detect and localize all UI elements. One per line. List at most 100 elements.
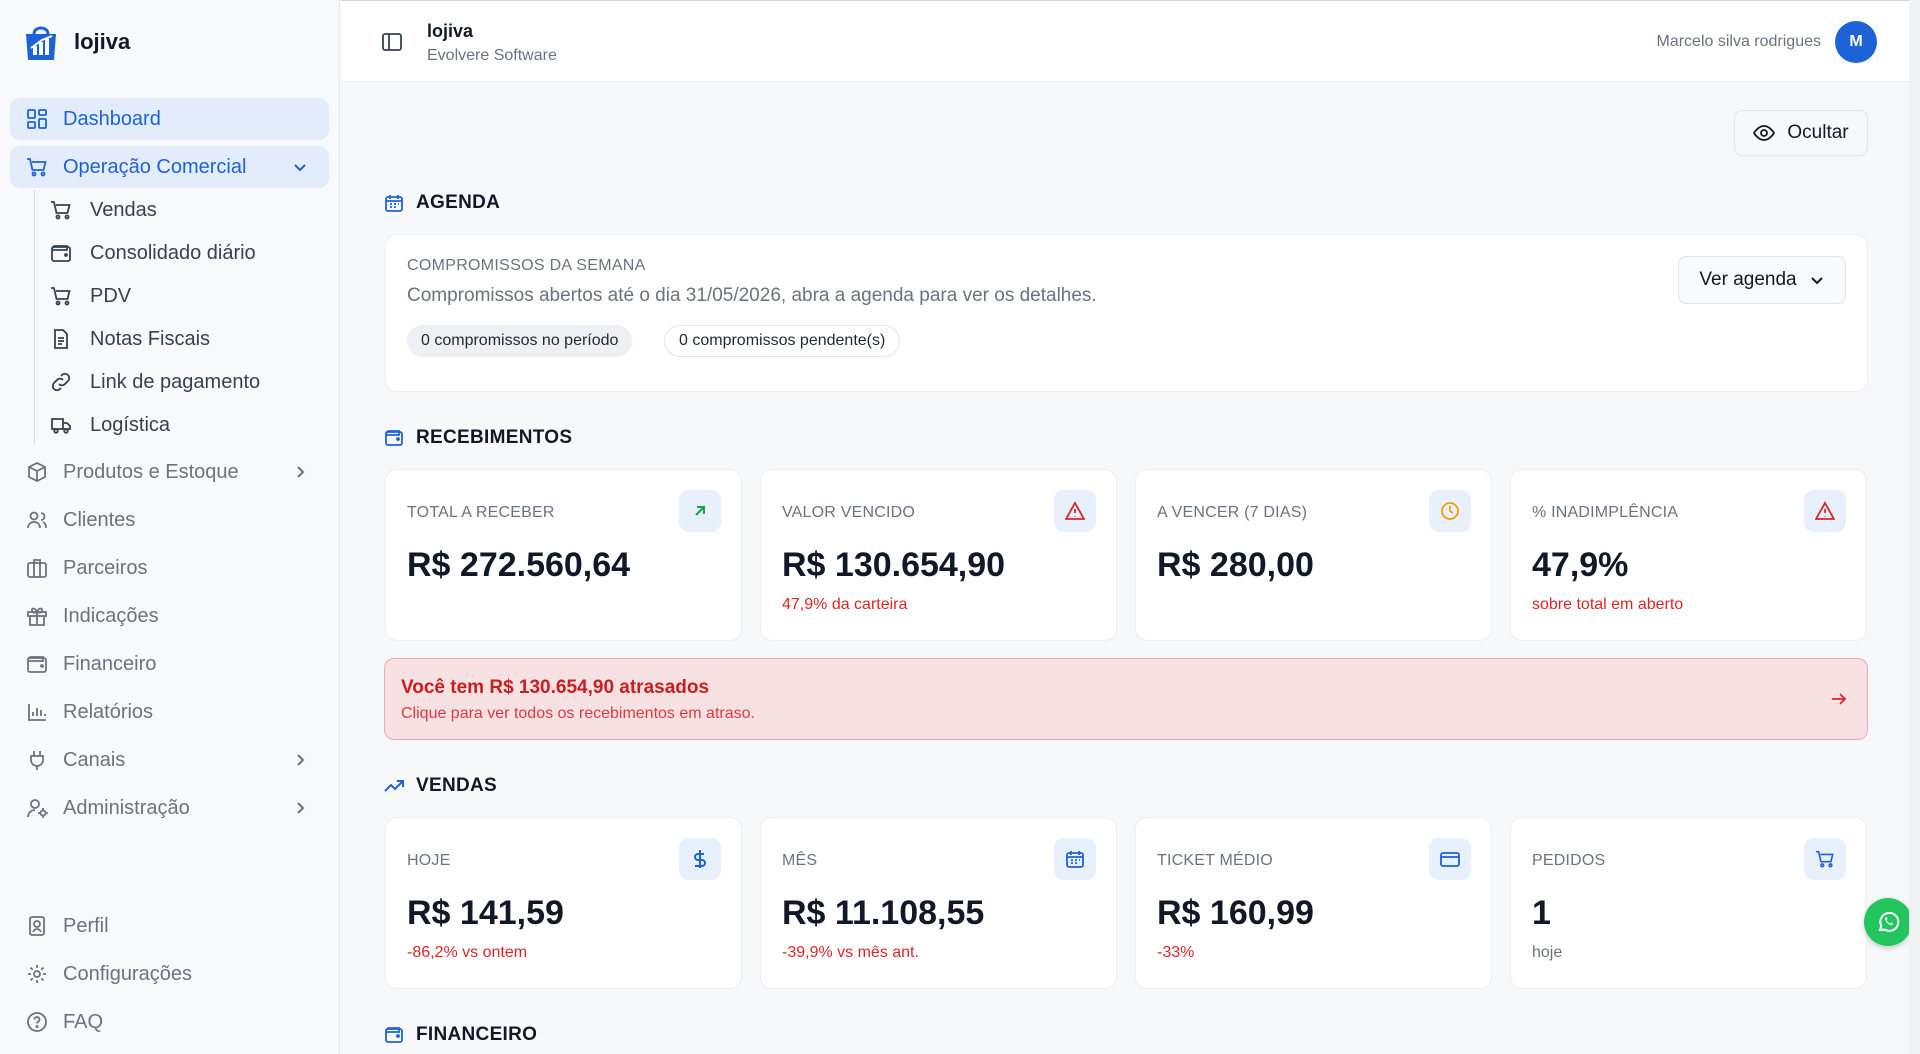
kpi-label: TOTAL A RECEBER: [407, 504, 555, 521]
wallet-icon: [384, 1025, 404, 1045]
app-name: lojiva: [74, 29, 131, 54]
sidebar-toggle-icon[interactable]: [381, 31, 403, 53]
kpi-card-total-a-receber[interactable]: TOTAL A RECEBER R$ 272.560,64: [385, 469, 742, 641]
company-name: Evolvere Software: [427, 47, 557, 64]
sidebar-item-canais[interactable]: Canais: [10, 739, 329, 781]
sidebar-item-label: Canais: [63, 748, 126, 771]
sidebar-subitem-logistica[interactable]: Logística: [50, 407, 170, 443]
cart-icon: [26, 156, 48, 178]
chevron-down-icon: [291, 158, 309, 176]
sidebar-item-relatorios[interactable]: Relatórios: [10, 691, 329, 733]
alert-triangle-icon: [1804, 490, 1846, 532]
user-name[interactable]: Marcelo silva rodrigues: [1656, 33, 1821, 51]
sidebar-item-label: Financeiro: [63, 652, 157, 675]
sidebar-item-financeiro[interactable]: Financeiro: [10, 643, 329, 685]
kpi-card-inadimplencia[interactable]: % INADIMPLÊNCIA 47,9% sobre total em abe…: [1510, 469, 1867, 641]
kpi-card-pedidos[interactable]: PEDIDOS 1 hoje: [1510, 817, 1867, 989]
kpi-card-a-vencer[interactable]: A VENCER (7 DIAS) R$ 280,00: [1135, 469, 1492, 641]
kpi-value: R$ 272.560,64: [407, 546, 631, 584]
profile-icon: [26, 915, 48, 937]
kpi-sub: -39,9% vs mês ant.: [782, 944, 919, 961]
app-logo[interactable]: lojiva: [22, 22, 130, 62]
box-icon: [26, 461, 48, 483]
sidebar-item-operacao-comercial[interactable]: Operação Comercial: [10, 146, 329, 188]
gift-icon: [26, 605, 48, 627]
chevron-down-icon: [1809, 272, 1825, 288]
whatsapp-icon: [1875, 909, 1901, 935]
sidebar-item-label: FAQ: [63, 1010, 104, 1033]
sidebar-subitem-label: PDV: [90, 284, 132, 307]
kpi-value: R$ 280,00: [1157, 546, 1314, 584]
kpi-sub: -86,2% vs ontem: [407, 944, 528, 961]
sidebar-subitem-notas-fiscais[interactable]: Notas Fiscais: [50, 321, 210, 357]
kpi-value: R$ 130.654,90: [782, 546, 1006, 584]
chevron-right-icon: [291, 799, 309, 817]
sidebar-subitem-link-de-pagamento[interactable]: Link de pagamento: [50, 364, 260, 400]
sidebar-subitem-label: Logística: [90, 413, 171, 436]
dashboard-icon: [26, 108, 48, 130]
section-title-text: RECEBIMENTOS: [416, 427, 573, 448]
sidebar-item-label: Administração: [63, 796, 190, 819]
chevron-right-icon: [291, 463, 309, 481]
trending-up-icon: [384, 776, 404, 796]
scrollbar[interactable]: [1909, 0, 1920, 1054]
sidebar-item-faq[interactable]: FAQ: [10, 1001, 329, 1043]
sidebar-item-parceiros[interactable]: Parceiros: [10, 547, 329, 589]
kpi-card-ticket-medio[interactable]: TICKET MÉDIO R$ 160,99 -33%: [1135, 817, 1492, 989]
sidebar-item-label: Operação Comercial: [63, 155, 247, 178]
agenda-card: COMPROMISSOS DA SEMANA Compromissos aber…: [385, 234, 1868, 392]
store-name: lojiva: [427, 21, 474, 41]
link-icon: [50, 371, 72, 393]
sidebar-subitem-vendas[interactable]: Vendas: [50, 192, 157, 228]
hide-values-label: Ocultar: [1787, 122, 1849, 143]
ver-agenda-label: Ver agenda: [1699, 269, 1797, 290]
calendar-icon: [1054, 838, 1096, 880]
kpi-card-valor-vencido[interactable]: VALOR VENCIDO R$ 130.654,90 47,9% da car…: [760, 469, 1117, 641]
avatar[interactable]: M: [1835, 21, 1877, 63]
kpi-label: MÊS: [782, 852, 818, 869]
kpi-label: A VENCER (7 DIAS): [1157, 504, 1308, 521]
sidebar-item-configuracoes[interactable]: Configurações: [10, 953, 329, 995]
whatsapp-button[interactable]: [1864, 898, 1912, 946]
sidebar-item-indicacoes[interactable]: Indicações: [10, 595, 329, 637]
kpi-value: 1: [1532, 894, 1551, 932]
briefcase-icon: [26, 557, 48, 579]
kpi-label: % INADIMPLÊNCIA: [1532, 504, 1679, 521]
dollar-icon: [679, 838, 721, 880]
credit-card-icon: [1429, 838, 1471, 880]
sidebar-item-label: Relatórios: [63, 700, 154, 723]
overdue-alert-banner[interactable]: Você tem R$ 130.654,90 atrasados Clique …: [384, 658, 1868, 740]
help-icon: [26, 1011, 48, 1033]
document-icon: [50, 328, 72, 350]
kpi-sub: sobre total em aberto: [1532, 596, 1684, 613]
kpi-card-hoje[interactable]: HOJE R$ 141,59 -86,2% vs ontem: [385, 817, 742, 989]
sidebar-item-produtos-e-estoque[interactable]: Produtos e Estoque: [10, 451, 329, 493]
sidebar-item-perfil[interactable]: Perfil: [10, 905, 329, 947]
sidebar-subitem-pdv[interactable]: PDV: [50, 278, 131, 314]
section-recebimentos-title: RECEBIMENTOS: [384, 427, 572, 449]
bar-chart-icon: [26, 701, 48, 723]
section-title-text: FINANCEIRO: [416, 1024, 538, 1045]
plug-icon: [26, 749, 48, 771]
hide-values-button[interactable]: Ocultar: [1734, 110, 1868, 156]
sidebar-item-label: Clientes: [63, 508, 136, 531]
kpi-label: VALOR VENCIDO: [782, 504, 915, 521]
section-vendas-title: VENDAS: [384, 775, 497, 797]
ver-agenda-button[interactable]: Ver agenda: [1678, 256, 1846, 304]
calendar-icon: [384, 193, 404, 213]
sidebar-item-clientes[interactable]: Clientes: [10, 499, 329, 541]
submenu-divider: [34, 190, 35, 444]
kpi-label: HOJE: [407, 852, 451, 869]
sidebar-subitem-consolidado-diario[interactable]: Consolidado diário: [50, 235, 256, 271]
section-financeiro-title: FINANCEIRO: [384, 1024, 537, 1046]
sidebar-item-administracao[interactable]: Administração: [10, 787, 329, 829]
wallet-icon: [384, 428, 404, 448]
sidebar-item-dashboard[interactable]: Dashboard: [10, 98, 329, 140]
sidebar-item-label: Dashboard: [63, 107, 161, 130]
clock-icon: [1429, 490, 1471, 532]
cart-icon: [1804, 838, 1846, 880]
alert-title: Você tem R$ 130.654,90 atrasados: [401, 677, 710, 698]
kpi-card-mes[interactable]: MÊS R$ 11.108,55 -39,9% vs mês ant.: [760, 817, 1117, 989]
agenda-kicker: COMPROMISSOS DA SEMANA: [407, 257, 646, 274]
kpi-value: R$ 160,99: [1157, 894, 1314, 932]
